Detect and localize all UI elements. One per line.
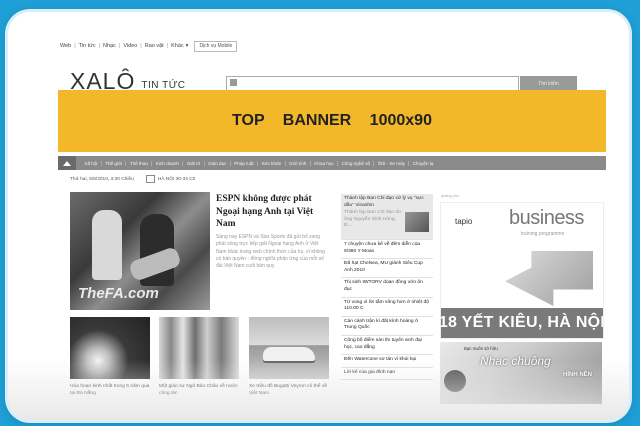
thumb-caption[interactable]: Xe triệu đô Bugatti Veyron có thể về Việ… — [249, 383, 331, 397]
featured-image[interactable]: TheFA.com — [70, 192, 210, 310]
weather-icon — [145, 175, 155, 183]
category-auto[interactable]: Ôtô - Xe máy — [374, 160, 410, 166]
arrow-icon — [505, 251, 593, 306]
ad-address: 18 YẾT KIÊU, HÀ NỘI — [441, 308, 603, 338]
home-icon[interactable] — [58, 156, 76, 170]
list-item[interactable]: Từ vong vì lời tắm sông hơn ở nhiệt độ 1… — [341, 298, 433, 317]
topnav-classifieds[interactable]: Rao vặt — [145, 43, 164, 49]
ad2-subtitle: HÌNH NỀN — [562, 372, 592, 378]
topnav-music[interactable]: Nhạc — [103, 43, 116, 49]
image-watermark: TheFA.com — [78, 285, 159, 302]
mobile-services-dropdown[interactable]: Dịch vụ Mobile — [194, 40, 238, 52]
category-science[interactable]: Khoa học — [311, 160, 339, 166]
list-item[interactable]: Đến Watercone sơ tán vì khủi bụi — [341, 355, 433, 368]
thumb-caption[interactable]: Hóa hoạn kinh nhất trong 5 năm qua tại Đ… — [70, 383, 152, 397]
news-item-thumbnail — [405, 212, 429, 232]
thumb-image-fire[interactable] — [70, 317, 150, 379]
ad-logo: tapio — [455, 217, 473, 226]
featured-summary: Sáng nay ESPN và Star Sports đã gửi bổ s… — [216, 234, 325, 270]
news-item-highlight[interactable]: Thành lập Ban Chỉ đạo xử lý vụ "xực dầu"… — [341, 194, 433, 240]
search-button[interactable]: Tìm kiếm — [520, 76, 577, 91]
topnav-news[interactable]: Tin tức — [79, 43, 96, 49]
news-list: Thành lập Ban Chỉ đạo xử lý vụ "xực dầu"… — [341, 194, 433, 381]
category-business[interactable]: Kinh doanh — [152, 160, 184, 166]
business-ad[interactable]: tapio business training programme 18 YẾT… — [440, 202, 604, 339]
list-item[interactable]: Cán cảnh trận kì đất kính hoàng ở Trung … — [341, 317, 433, 336]
list-item[interactable]: Công bố điểm sàn thi tuyển sinh đại học,… — [341, 336, 433, 356]
ringtone-ad[interactable]: Bạn muốn sở hữu Nhạc chuông HÌNH NỀN — [440, 342, 602, 404]
thumb-image-car[interactable] — [249, 317, 329, 379]
list-item[interactable]: Lời kể của gia đình nạn — [341, 368, 433, 381]
current-date: Thứ hai, 5/6/2010, 3:30 Chiều — [70, 176, 134, 182]
category-health[interactable]: Sức khỏe — [258, 160, 286, 166]
ad-headline: business — [509, 207, 584, 229]
topnav-video[interactable]: Video — [123, 43, 137, 49]
category-world[interactable]: Thế giới — [102, 160, 127, 166]
ad-label: quảng cáo — [441, 194, 459, 198]
topnav-more[interactable]: Khác — [171, 43, 184, 49]
news-item-title: Thành lập Ban Chỉ đạo xử lý vụ "xực dầu"… — [344, 196, 424, 208]
weather-text: HÀ NỘI 30-34 C0 — [157, 176, 196, 182]
category-sports[interactable]: Thể thao — [126, 160, 153, 166]
mobile-services-label: Dịch vụ Mobile — [199, 43, 233, 49]
chevron-down-icon[interactable]: ▾ — [186, 43, 189, 49]
ad2-small-text: Bạn muốn sở hữu — [464, 346, 498, 351]
ad2-title: Nhạc chuông — [480, 354, 551, 368]
ad-tagline: training programme — [521, 231, 565, 237]
list-item[interactable]: 7 chuyện chưa kể về đêm diễn của 9/360 Y… — [341, 240, 433, 260]
thumb-image-professor[interactable] — [159, 317, 239, 379]
category-tech[interactable]: Công nghệ số — [338, 160, 375, 166]
category-entertainment[interactable]: Giải trí — [183, 160, 205, 166]
list-item[interactable]: Thị sinh tWTORV doạn đông vớn ôn đục — [341, 278, 433, 298]
search-input[interactable] — [226, 76, 519, 91]
weather-widget: HÀ NỘI 30-34 C0 — [145, 175, 196, 183]
category-society[interactable]: Xã hội — [81, 160, 102, 166]
category-navigation: Xã hội Thế giới Thể thao Kinh doanh Giải… — [58, 156, 606, 170]
topnav-web[interactable]: Web — [60, 43, 71, 49]
featured-headline[interactable]: ESPN không được phát Ngoại hạng Anh tại … — [216, 193, 328, 231]
thumb-caption[interactable]: Một giáo sư Ngô Bảo Châu về nước công tá… — [159, 383, 241, 397]
search-icon — [230, 79, 237, 86]
category-gender[interactable]: Giới tính — [286, 160, 311, 166]
category-education[interactable]: Giáo dục — [205, 160, 231, 166]
category-oddities[interactable]: Chuyện lạ — [409, 161, 436, 166]
news-item-subtitle: Thành lập Ban Chỉ đạo do ông Nguyễn Sinh… — [344, 210, 401, 229]
list-item[interactable]: Đã hạt Chelsea, MU giành Siêu Cup Anh 20… — [341, 259, 433, 279]
hot-badge-icon — [444, 370, 466, 392]
website-screenshot-card: Web | Tin tức | Nhạc | Video | Rao vặt | Khác… — [8, 12, 629, 420]
category-law[interactable]: Pháp luật — [231, 160, 259, 166]
dateline: Thứ hai, 5/6/2010, 3:30 Chiều HÀ NỘI 30-… — [70, 175, 195, 183]
top-navigation: Web | Tin tức | Nhạc | Video | Rao vặt | Khác… — [60, 40, 238, 52]
top-banner-ad[interactable]: TOP BANNER 1000x90 — [58, 90, 606, 152]
